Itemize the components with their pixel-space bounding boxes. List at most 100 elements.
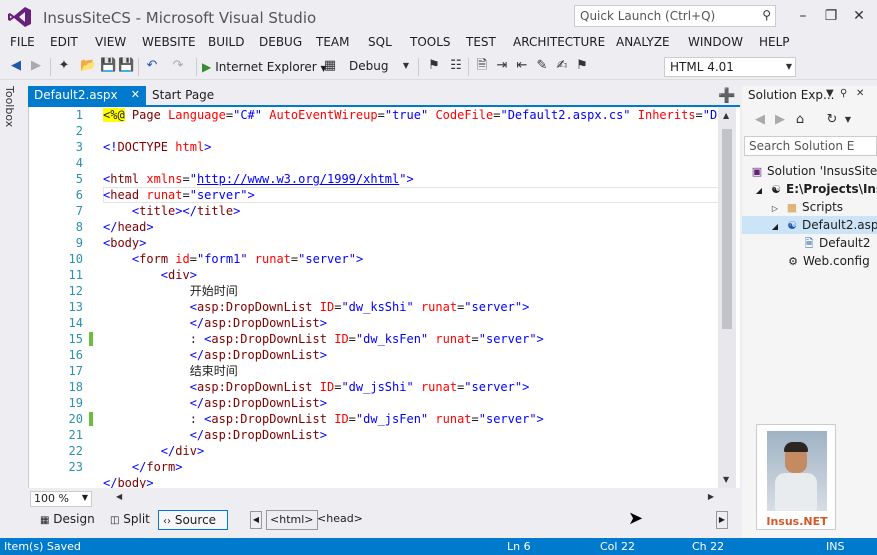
outdent-icon[interactable]: ⇤ bbox=[514, 58, 530, 74]
chevron-down-icon: ▼ bbox=[402, 61, 409, 70]
code-area[interactable]: <%@ Page Language="C#" AutoEventWireup="… bbox=[103, 107, 719, 488]
close-tab-icon[interactable]: ✕ bbox=[131, 88, 140, 101]
restore-button[interactable]: ❐ bbox=[818, 6, 844, 26]
vertical-scrollbar[interactable]: ▲ ▼ bbox=[718, 107, 736, 488]
tree-item-solution[interactable]: ▣ Solution 'InsusSite bbox=[742, 162, 877, 180]
toolbox-tab[interactable]: Toolbox bbox=[0, 80, 22, 140]
save-all-icon[interactable]: 💾 bbox=[118, 58, 134, 74]
line-number: 11 bbox=[68, 268, 83, 282]
menu-test[interactable]: TEST bbox=[466, 35, 496, 49]
doctype-select[interactable]: HTML 4.01 ▼ bbox=[664, 57, 796, 77]
pin-icon[interactable]: ⚲ bbox=[840, 88, 847, 99]
menu-edit[interactable]: EDIT bbox=[50, 35, 78, 49]
menu-window[interactable]: WINDOW bbox=[688, 35, 743, 49]
scroll-right-icon[interactable]: ▶ bbox=[708, 492, 714, 501]
undo-icon[interactable]: ↶ bbox=[144, 58, 160, 74]
chevron-down-icon[interactable]: ▼ bbox=[826, 88, 834, 99]
menu-file[interactable]: FILE bbox=[10, 35, 35, 49]
code-line-9: <body> bbox=[103, 236, 147, 250]
navigate-forward-icon[interactable]: ▶ bbox=[28, 58, 44, 74]
design-icon: ▦ bbox=[40, 515, 50, 526]
code-line-14: </asp:DropDownList> bbox=[189, 316, 327, 330]
minimize-button[interactable]: – bbox=[790, 6, 816, 26]
tag-nav-right-button[interactable]: ▶ bbox=[716, 511, 728, 529]
code-line-18: <asp:DropDownList ID="dw_jsShi" runat="s… bbox=[189, 380, 530, 394]
configuration-select[interactable]: Debug ▼ bbox=[344, 57, 412, 77]
menu-debug[interactable]: DEBUG bbox=[259, 35, 302, 49]
source-view-button[interactable]: ‹› Source bbox=[158, 510, 228, 530]
tree-item-default2-cs[interactable]: 🗎 Default2 bbox=[742, 234, 877, 252]
browser-link-icon[interactable]: ▦ bbox=[322, 58, 338, 74]
tree-item-web-config[interactable]: ⚙ Web.config bbox=[742, 252, 877, 270]
toolbar-separator bbox=[418, 58, 419, 76]
code-line-24: </body> bbox=[103, 476, 154, 488]
indent-icon[interactable]: ⇥ bbox=[494, 58, 510, 74]
home-icon[interactable]: ⌂ bbox=[792, 112, 808, 128]
change-marker bbox=[89, 412, 93, 426]
menu-analyze[interactable]: ANALYZE bbox=[616, 35, 670, 49]
menu-build[interactable]: BUILD bbox=[208, 35, 244, 49]
mouse-cursor-icon: ➤ bbox=[628, 508, 644, 529]
code-line-11: <div> bbox=[160, 268, 197, 282]
back-icon[interactable]: ◀ bbox=[752, 112, 768, 128]
tree-item-project[interactable]: ◢ ☯ E:\Projects\Ins bbox=[742, 180, 877, 198]
page-icon[interactable]: 🗎 bbox=[474, 58, 490, 74]
tag-nav-left-button[interactable]: ◀ bbox=[250, 511, 262, 529]
code-editor[interactable]: 1 2 3 4 5 6 7 8 9 10 11 12 13 14 15 16 1… bbox=[28, 107, 740, 488]
tab-default2-aspx[interactable]: Default2.aspx ✕ bbox=[28, 86, 146, 106]
line-number: 16 bbox=[68, 348, 83, 362]
change-marker bbox=[89, 332, 93, 346]
line-number: 3 bbox=[75, 140, 83, 154]
breadcrumb-html[interactable]: <html> bbox=[266, 510, 318, 530]
close-button[interactable]: ✕ bbox=[846, 6, 872, 26]
scroll-thumb[interactable] bbox=[722, 129, 732, 329]
open-file-icon[interactable]: 📂 bbox=[80, 58, 96, 74]
navigate-back-icon[interactable]: ◀ bbox=[8, 58, 24, 74]
menu-tools[interactable]: TOOLS bbox=[410, 35, 451, 49]
horizontal-scrollbar[interactable]: ◀ ▶ bbox=[98, 491, 718, 507]
split-editor-icon[interactable]: ➕ bbox=[718, 88, 735, 104]
chevron-down-icon: ▼ bbox=[81, 493, 88, 502]
menu-team[interactable]: TEAM bbox=[316, 35, 349, 49]
start-debugging-button[interactable]: ▶ Internet Explorer ▼ bbox=[202, 58, 327, 76]
solution-search-input[interactable]: Search Solution E bbox=[744, 136, 877, 156]
menu-help[interactable]: HELP bbox=[759, 35, 790, 49]
code-line-20: : <asp:DropDownList ID="dw_jsFen" runat=… bbox=[103, 412, 544, 426]
line-number: 14 bbox=[68, 316, 83, 330]
tree-item-default2-aspx[interactable]: ◢ ☯ Default2.asp bbox=[742, 216, 877, 234]
sync-icon[interactable]: ↻ bbox=[824, 112, 840, 128]
scroll-up-icon[interactable]: ▲ bbox=[723, 111, 729, 120]
search-icon: ⚲ bbox=[762, 8, 771, 22]
forward-icon[interactable]: ▶ bbox=[772, 112, 788, 128]
zoom-select[interactable]: 100 % ▼ bbox=[30, 491, 92, 507]
design-view-button[interactable]: ▦ Design bbox=[36, 510, 99, 530]
save-icon[interactable]: 💾 bbox=[100, 58, 116, 74]
code-line-19: </asp:DropDownList> bbox=[189, 396, 327, 410]
line-number: 12 bbox=[68, 284, 83, 298]
uncomment-icon[interactable]: ✍ bbox=[554, 58, 570, 74]
toolbar-separator bbox=[50, 58, 51, 76]
scroll-down-icon[interactable]: ▼ bbox=[723, 475, 729, 484]
breadcrumb-head[interactable]: <head> bbox=[314, 510, 366, 530]
scroll-left-icon[interactable]: ◀ bbox=[116, 492, 122, 501]
source-label: Source bbox=[174, 513, 217, 527]
comment-icon[interactable]: ✎ bbox=[534, 58, 550, 74]
menu-view[interactable]: VIEW bbox=[95, 35, 126, 49]
line-number: 7 bbox=[75, 204, 83, 218]
code-line-6: <head runat="server"> bbox=[103, 188, 255, 202]
tab-start-page[interactable]: Start Page bbox=[152, 88, 214, 102]
close-icon[interactable]: ✕ bbox=[856, 88, 864, 99]
tree-item-scripts[interactable]: ▷ ■ Scripts bbox=[742, 198, 877, 216]
menu-architecture[interactable]: ARCHITECTURE bbox=[513, 35, 605, 49]
split-view-button[interactable]: ◫ Split bbox=[106, 510, 154, 530]
new-project-icon[interactable]: ✦ bbox=[56, 58, 72, 74]
quick-launch-input[interactable]: Quick Launch (Ctrl+Q) ⚲ bbox=[574, 5, 776, 27]
chevron-down-icon[interactable]: ▼ bbox=[840, 112, 856, 128]
code-line-3: <!DOCTYPE html> bbox=[103, 140, 212, 154]
bookmark-icon[interactable]: ⚑ bbox=[574, 58, 590, 74]
find-in-files-icon[interactable]: ⚑ bbox=[426, 58, 442, 74]
redo-icon[interactable]: ↷ bbox=[170, 58, 186, 74]
document-outline-icon[interactable]: ☷ bbox=[448, 58, 464, 74]
menu-sql[interactable]: SQL bbox=[368, 35, 392, 49]
menu-website[interactable]: WEBSITE bbox=[142, 35, 196, 49]
